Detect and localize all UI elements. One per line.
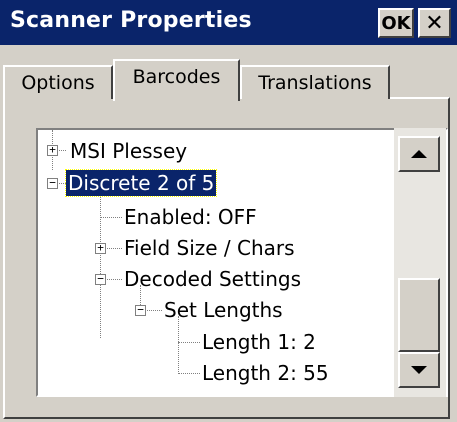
expand-icon[interactable]: + [95, 242, 106, 254]
collapse-icon[interactable]: − [47, 177, 58, 189]
barcode-tree-view[interactable]: + MSI Plessey − Discrete 2 of 5 Enabled:… [36, 128, 448, 397]
tab-options[interactable]: Options [3, 65, 113, 99]
tree-node-decoded-settings[interactable]: Decoded Settings [122, 266, 303, 292]
scroll-down-arrow-icon [411, 366, 427, 374]
tab-translations[interactable]: Translations [240, 65, 390, 99]
scroll-thumb[interactable] [398, 278, 440, 352]
title-bar: Scanner Properties OK ✕ [0, 0, 457, 45]
tree-node-field-size[interactable]: Field Size / Chars [122, 235, 297, 261]
tree-node-set-lengths[interactable]: Set Lengths [162, 297, 285, 323]
collapse-icon[interactable]: − [135, 304, 146, 316]
tab-barcodes[interactable]: Barcodes [113, 59, 240, 101]
scroll-up-button[interactable] [398, 136, 440, 172]
collapse-icon[interactable]: − [95, 273, 106, 285]
vertical-scrollbar[interactable] [394, 128, 446, 397]
scroll-up-arrow-icon [411, 150, 427, 158]
window-title: Scanner Properties [10, 8, 252, 33]
tree-node-msi-plessey[interactable]: MSI Plessey [68, 138, 189, 164]
tree-node-discrete-2-of-5[interactable]: Discrete 2 of 5 [64, 169, 218, 197]
scroll-down-button[interactable] [398, 352, 440, 388]
tree-node-length-2[interactable]: Length 2: 55 [200, 360, 331, 386]
tree-node-length-1[interactable]: Length 1: 2 [200, 329, 318, 355]
ok-button[interactable]: OK [378, 8, 414, 38]
tree-node-enabled[interactable]: Enabled: OFF [122, 204, 259, 230]
expand-icon[interactable]: + [47, 144, 58, 156]
close-icon[interactable]: ✕ [418, 8, 451, 38]
